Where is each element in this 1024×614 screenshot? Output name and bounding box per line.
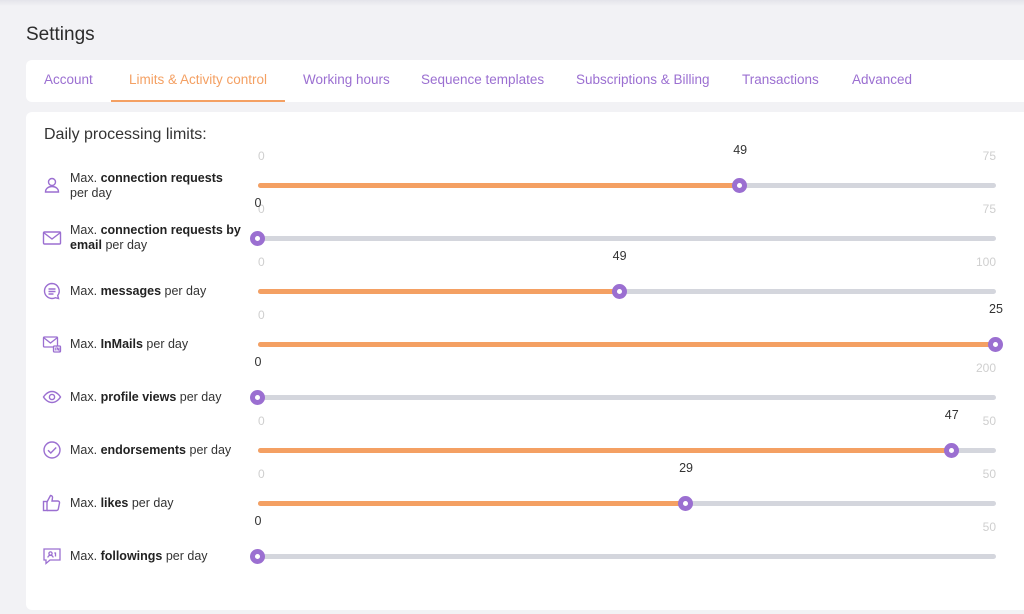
limits-card: Daily processing limits: Max. connection… [26, 112, 1024, 610]
slider-max-label: 100 [975, 255, 996, 269]
slider-thumb[interactable] [611, 284, 627, 299]
section-title: Daily processing limits: [44, 126, 207, 143]
slider-value-label: 47 [944, 408, 959, 422]
slider-track[interactable] [258, 554, 996, 559]
connection-requests-by-email-slider[interactable]: 0 75 0 [250, 196, 996, 249]
slider-value-label: 0 [254, 514, 262, 528]
slider-max-label: 75 [982, 202, 996, 216]
tab-advanced[interactable]: Advanced [852, 60, 912, 102]
tab-bar: Account Limits & Activity control Workin… [26, 60, 1024, 102]
slider-min-label: 0 [258, 414, 265, 428]
tab-sequence-templates[interactable]: Sequence templates [421, 60, 544, 102]
slider-thumb[interactable] [732, 178, 748, 193]
slider-value-label: 25 [989, 302, 1003, 316]
limit-row-messages: Max. messages per day 0 100 49 [26, 249, 1024, 323]
page-title: Settings [26, 24, 95, 45]
slider-thumb[interactable] [988, 337, 1003, 352]
tab-account[interactable]: Account [44, 60, 93, 102]
limit-row-endorsements: Max. endorsements per day 0 50 47 [26, 408, 1024, 482]
slider-max-label: 50 [982, 467, 996, 481]
chat-bubble-icon [42, 281, 62, 301]
slider-value-label: 0 [254, 355, 262, 369]
follow-icon [42, 546, 62, 566]
followings-slider[interactable]: 50 0 [250, 514, 996, 567]
top-bar-shadow [0, 0, 1024, 6]
limit-row-profile-views: Max. profile views per day 200 0 [26, 355, 1024, 429]
limit-row-connection-requests: Max. connection requests per day 0 75 49 [26, 143, 1024, 217]
slider-fill [258, 448, 952, 453]
limit-label: Max. profile views per day [70, 390, 222, 404]
slider-max-label: 50 [982, 520, 996, 534]
limit-row-followings: Max. followings per day 50 0 [26, 514, 1024, 588]
user-icon [42, 175, 62, 195]
limit-label: Max. connection requests per day [70, 171, 223, 200]
messages-slider[interactable]: 0 100 49 [258, 249, 996, 302]
eye-icon [42, 387, 62, 407]
tab-limits-activity-control[interactable]: Limits & Activity control [110, 60, 286, 102]
slider-fill [258, 501, 687, 506]
slider-min-label: 0 [258, 255, 265, 269]
tab-working-hours[interactable]: Working hours [303, 60, 390, 102]
thumbs-up-icon [42, 493, 62, 513]
slider-thumb[interactable] [678, 496, 694, 511]
slider-track[interactable] [258, 395, 996, 400]
slider-value-label: 29 [679, 461, 693, 475]
endorsements-slider[interactable]: 0 50 47 [258, 408, 996, 461]
limit-label: Max. connection requests by email per da… [70, 223, 241, 252]
limit-label: Max. endorsements per day [70, 443, 232, 457]
slider-value-label: 0 [254, 196, 262, 210]
limit-label: Max. likes per day [70, 496, 174, 510]
slider-min-label: 0 [258, 308, 265, 322]
inmail-icon [42, 334, 62, 354]
likes-slider[interactable]: 0 50 29 [258, 461, 996, 514]
envelope-icon [42, 228, 62, 248]
slider-min-label: 0 [258, 149, 265, 163]
slider-thumb[interactable] [943, 443, 959, 458]
slider-thumb[interactable] [250, 231, 265, 246]
slider-fill [258, 183, 741, 188]
slider-max-label: 200 [975, 361, 996, 375]
slider-thumb[interactable] [250, 390, 265, 405]
limit-row-connection-requests-by-email: Max. connection requests by email per da… [26, 196, 1024, 270]
slider-fill [258, 342, 996, 347]
slider-thumb[interactable] [250, 549, 265, 564]
limit-label: Max. InMails per day [70, 337, 189, 351]
slider-fill [258, 289, 620, 294]
slider-max-label: 50 [982, 414, 996, 428]
connection-requests-slider[interactable]: 0 75 49 [258, 143, 996, 196]
slider-min-label: 0 [258, 467, 265, 481]
limit-row-inmails: Max. InMails per day 0 25 [26, 302, 1024, 376]
profile-views-slider[interactable]: 200 0 [250, 355, 996, 408]
slider-max-label: 75 [982, 149, 996, 163]
limit-label: Max. messages per day [70, 284, 207, 298]
slider-value-label: 49 [733, 143, 748, 157]
limit-row-likes: Max. likes per day 0 50 29 [26, 461, 1024, 535]
inmails-slider[interactable]: 0 25 [258, 302, 1003, 355]
tab-transactions[interactable]: Transactions [742, 60, 819, 102]
limit-label: Max. followings per day [70, 549, 208, 563]
check-circle-icon [42, 440, 62, 460]
slider-track[interactable] [258, 236, 996, 241]
slider-value-label: 49 [612, 249, 627, 263]
tab-subscriptions-billing[interactable]: Subscriptions & Billing [576, 60, 710, 102]
